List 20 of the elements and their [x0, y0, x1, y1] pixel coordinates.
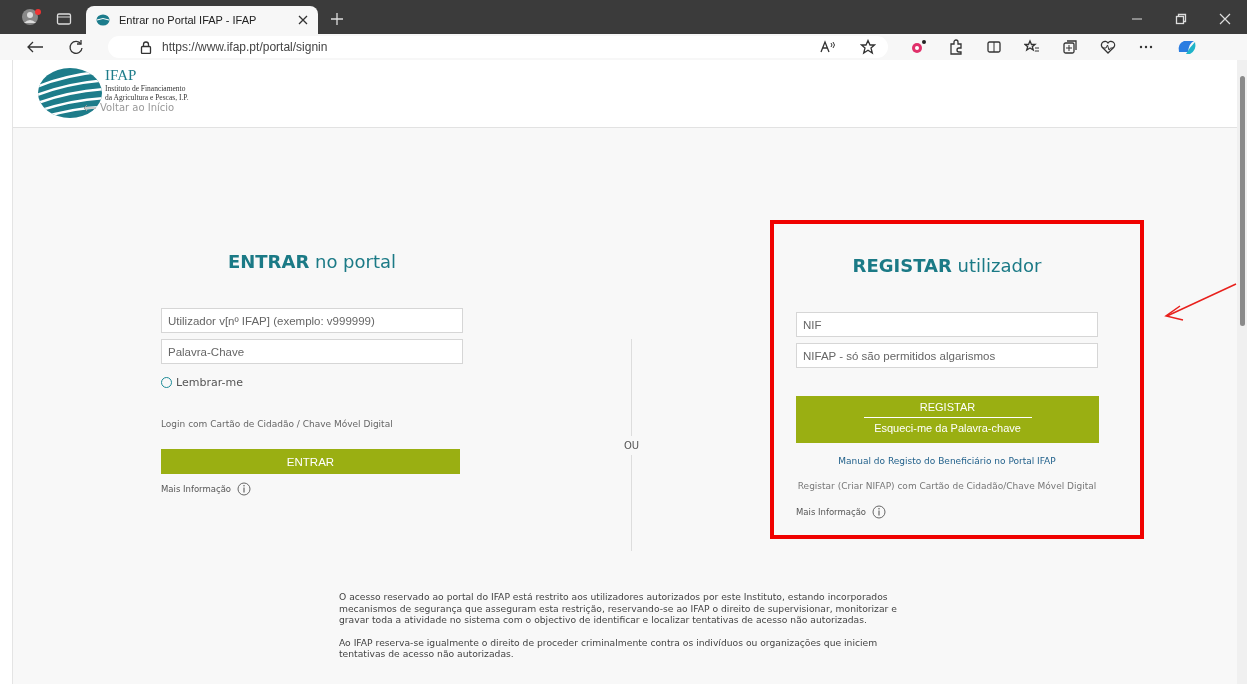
section-title: ENTRAR no portal	[226, 250, 398, 274]
url-text: https://www.ifap.pt/portal/signin	[162, 40, 328, 54]
citizen-card-register-link[interactable]: Registar (Criar NIFAP) com Cartão de Cidadão/Chave Móvel Digital	[796, 479, 1098, 493]
browser-tab[interactable]: Entrar no Portal IFAP - IFAP	[86, 6, 318, 34]
notice-paragraph: O acesso reservado ao portal do IFAP está restrito aos utilizadores autorizados por este Instituto, estando incorporados mecanismos de segurança que asseguram esta restrição, reservando-se ao IFAP o direito de supervisionar, monitorizar e gravar toda a atividade no sistema com o objectivo de identificar e localizar tentativas de acesso não autorizadas.	[339, 591, 898, 626]
section-title: REGISTAR utilizador	[851, 254, 1043, 278]
input-field[interactable]: Utilizador v[nº IFAP] (exemplo: v999999)	[161, 308, 463, 333]
input-field[interactable]: Palavra-Chave	[161, 339, 463, 364]
more-info-link[interactable]: Mais Informação	[161, 484, 232, 494]
input-field[interactable]: NIFAP - só são permitidos algarismos	[796, 343, 1098, 368]
separator-label: OU	[623, 439, 640, 451]
input-field[interactable]: NIF	[796, 312, 1098, 337]
remember-me-option[interactable]: Lembrar-me	[161, 376, 243, 389]
notice-paragraph: Ao IFAP reserva-se igualmente o direito de proceder criminalmente contra os indivíduos ou organizações que iniciem tentativas de acesso não autorizadas.	[339, 636, 879, 660]
manual-link[interactable]: Manual do Registo do Beneficiário no Portal IFAP	[796, 456, 1098, 466]
logo-title: IFAP	[105, 67, 138, 84]
tab-title: Entrar no Portal IFAP - IFAP	[119, 14, 258, 26]
citizen-card-login-link[interactable]: Login com Cartão de Cidadão / Chave Móvel Digital	[161, 419, 393, 429]
address-bar[interactable]: https://www.ifap.pt/portal/signin	[108, 36, 888, 58]
more-info-link[interactable]: Mais Informação	[796, 507, 867, 517]
